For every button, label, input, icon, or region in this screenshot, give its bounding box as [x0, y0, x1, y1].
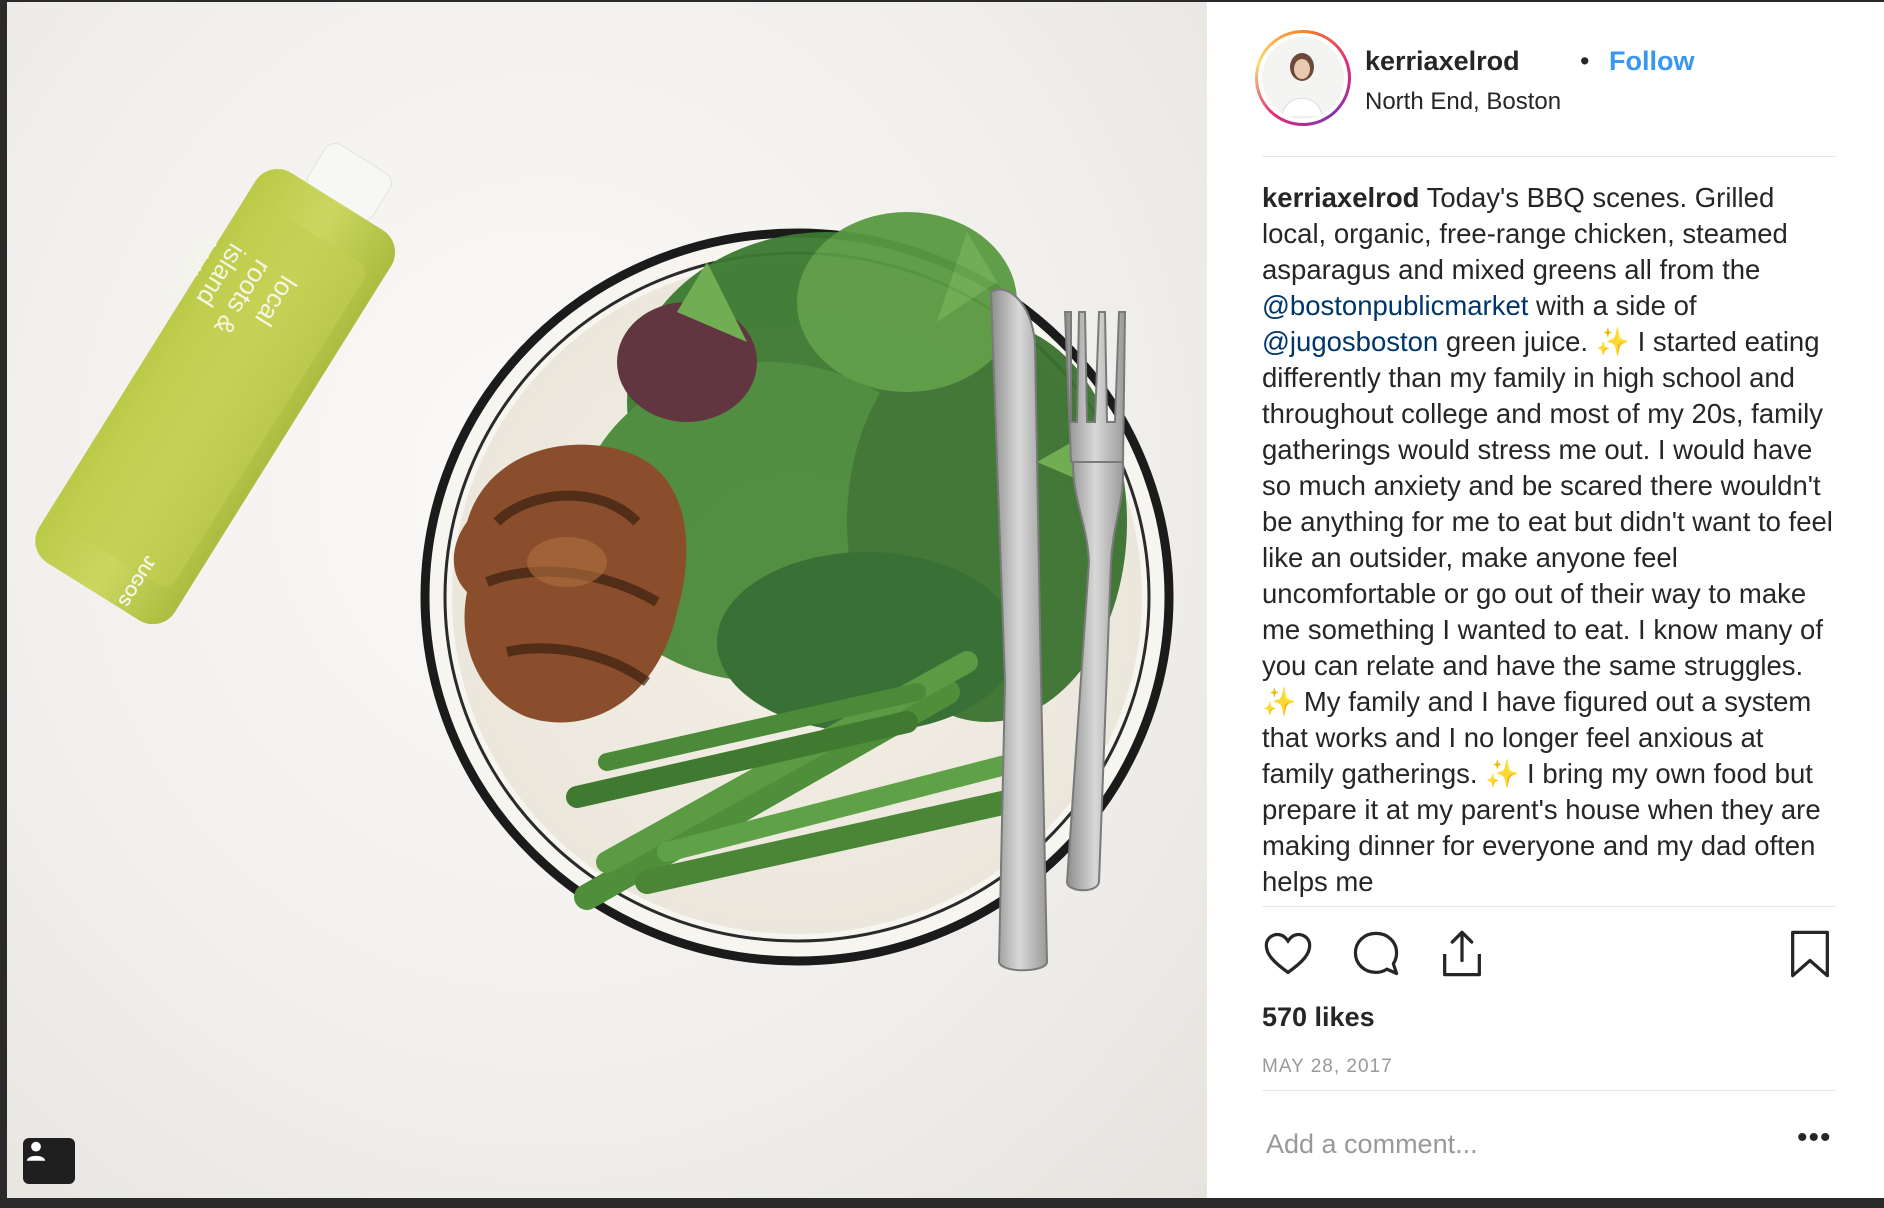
like-count[interactable]: 570 likes [1262, 1002, 1375, 1033]
more-options-button[interactable]: ••• [1797, 1123, 1837, 1160]
bookmark-icon [1791, 930, 1829, 978]
comment-icon [1353, 931, 1399, 976]
separator-dot: • [1580, 46, 1590, 76]
profile-photo-icon [1262, 37, 1342, 118]
tagged-users-button[interactable] [23, 1138, 75, 1184]
user-icon [26, 1141, 46, 1161]
caption-divider [1262, 906, 1836, 907]
follow-button[interactable]: Follow [1609, 46, 1694, 77]
sparkles-emoji: ✨ [1595, 326, 1630, 357]
food-illustration: local roots & island riddims JUGOS [35, 143, 1174, 972]
sparkles-emoji: ✨ [1262, 686, 1297, 717]
like-button[interactable] [1262, 928, 1314, 980]
save-button[interactable] [1784, 928, 1836, 980]
comment-input[interactable] [1262, 1114, 1782, 1174]
post-author-username[interactable]: kerriaxelrod [1365, 46, 1520, 77]
post-header: kerriaxelrod • Follow North End, Boston [1255, 30, 1835, 130]
sparkles-emoji: ✨ [1485, 758, 1520, 789]
caption-text: with a side of [1528, 290, 1697, 321]
header-divider [1262, 156, 1836, 157]
heart-icon [1264, 932, 1312, 975]
share-button[interactable] [1436, 928, 1488, 980]
post-details-panel: kerriaxelrod • Follow North End, Boston … [1207, 2, 1884, 1198]
action-bar [1262, 928, 1836, 984]
comment-divider [1262, 1090, 1836, 1091]
comment-button[interactable] [1350, 928, 1402, 980]
mention-link[interactable]: @jugosboston [1262, 326, 1438, 357]
post-location[interactable]: North End, Boston [1365, 88, 1561, 116]
share-icon [1443, 930, 1481, 977]
post-photo[interactable]: local roots & island riddims JUGOS [7, 2, 1207, 1198]
post-modal: local roots & island riddims JUGOS kerri… [7, 2, 1884, 1198]
post-caption: kerriaxelrod Today's BBQ scenes. Grilled… [1262, 180, 1842, 900]
avatar[interactable] [1255, 30, 1351, 126]
caption-text: I started eating differently than my fam… [1262, 326, 1833, 681]
caption-text: green juice. [1438, 326, 1596, 357]
mention-link[interactable]: @bostonpublicmarket [1262, 290, 1528, 321]
caption-username[interactable]: kerriaxelrod [1262, 182, 1419, 213]
post-date[interactable]: MAY 28, 2017 [1262, 1056, 1393, 1078]
